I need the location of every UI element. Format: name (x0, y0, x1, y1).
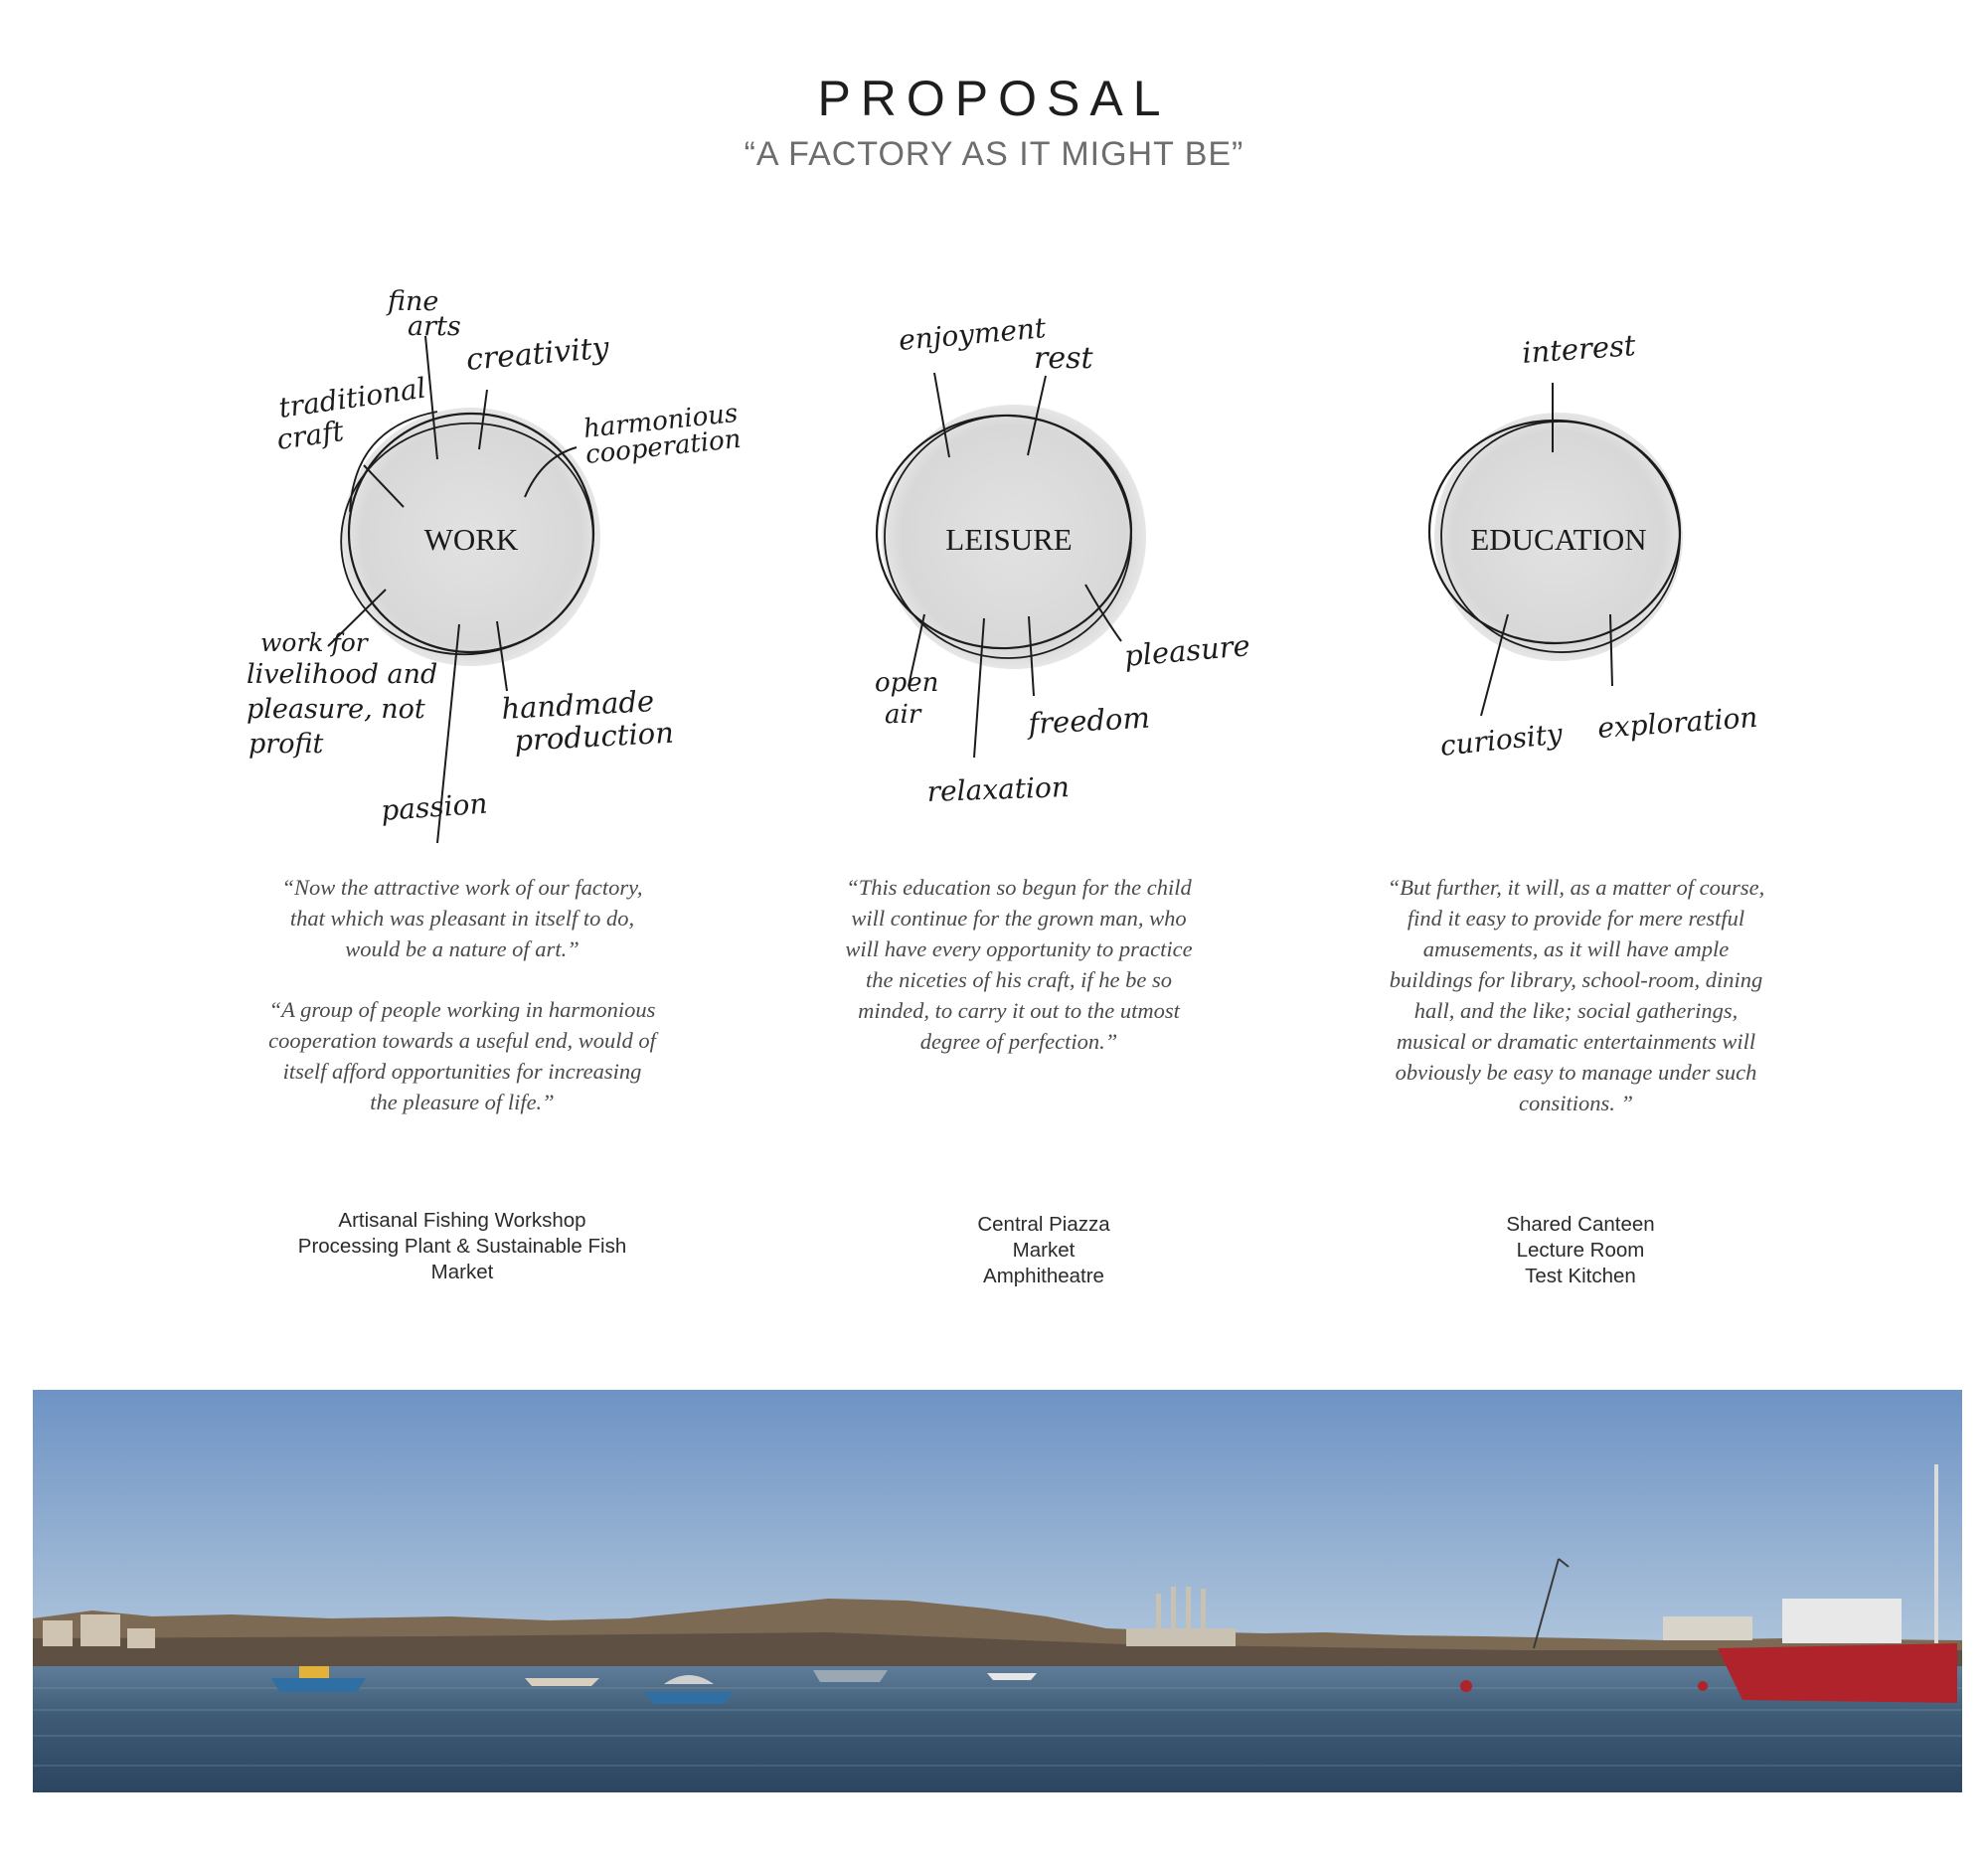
annotation-exploration: exploration (1596, 701, 1758, 745)
leisure-quote: “This education so begun for the child w… (840, 872, 1198, 1087)
work-program: Artisanal Fishing Workshop Processing Pl… (297, 1209, 627, 1283)
leisure-quote-1: “This education so begun for the child w… (845, 875, 1193, 1054)
leisure-program: Central Piazza Market Amphitheatre (977, 1213, 1110, 1287)
leisure-diagram: LEISURE enjoyment rest open air freedom … (875, 311, 1251, 808)
annotation-curiosity: curiosity (1438, 717, 1565, 763)
work-concept-label: WORK (424, 522, 519, 557)
education-quote-1: “But further, it will, as a matter of co… (1387, 875, 1765, 1115)
annotation-interest: interest (1521, 328, 1637, 370)
work-diagram: WORK fine arts creativity traditional cr… (247, 286, 743, 844)
education-diagram: EDUCATION interest curiosity exploration (1427, 328, 1758, 763)
annotation-creativity: creativity (465, 330, 612, 378)
annotation-relaxation: relaxation (926, 770, 1070, 808)
work-quotes: “Now the attractive work of our factory,… (268, 872, 656, 1147)
annotation-rest: rest (1034, 341, 1093, 376)
leisure-concept-label: LEISURE (945, 522, 1072, 557)
annotation-enjoyment: enjoyment (898, 311, 1048, 357)
annotation-freedom: freedom (1026, 701, 1151, 741)
annotation-pleasure-not: pleasure, not (247, 694, 425, 725)
annotation-work-for: work for (260, 628, 370, 657)
annotation-livelihood: livelihood and (247, 659, 437, 690)
annotation-open: open (875, 668, 938, 698)
harbour-panorama-photo (33, 1390, 1962, 1792)
annotation-profit: profit (248, 729, 323, 760)
education-program: Shared Canteen Lecture Room Test Kitchen (1506, 1213, 1655, 1287)
education-concept-label: EDUCATION (1470, 522, 1646, 557)
work-quote-2: “A group of people working in harmonious… (268, 997, 656, 1114)
annotation-air: air (885, 700, 922, 730)
annotation-passion: passion (380, 787, 488, 827)
annotation-arts: arts (408, 311, 461, 342)
annotation-pleasure: pleasure (1123, 628, 1251, 673)
annotation-traditional: traditional (276, 372, 427, 424)
education-quote: “But further, it will, as a matter of co… (1380, 872, 1772, 1148)
work-quote-1: “Now the attractive work of our factory,… (281, 875, 643, 961)
annotation-production: production (514, 716, 675, 758)
